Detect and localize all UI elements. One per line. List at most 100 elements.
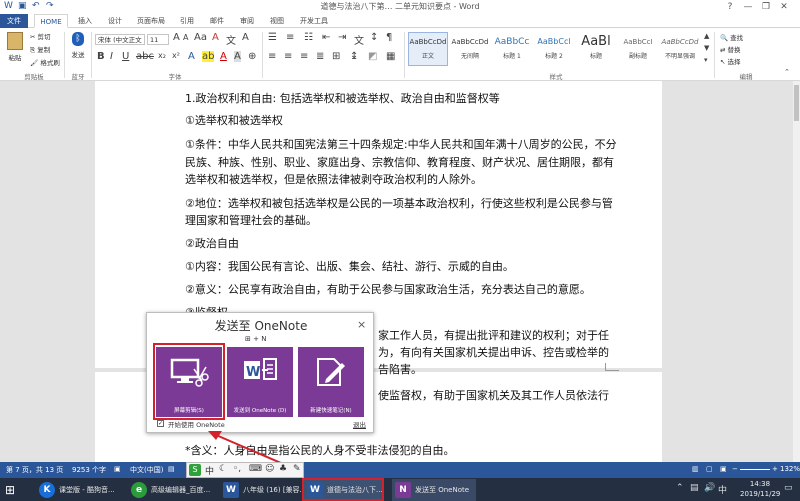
taskbar-item[interactable]: K 课堂版 - 酷狗音... [36,479,126,501]
align-right-icon[interactable]: ≡ [300,51,308,62]
macro-icon[interactable]: ▤ [168,465,175,473]
style-subtitle[interactable]: AaBbCcI 副标题 [618,32,658,66]
font-color-icon[interactable]: A [220,51,227,62]
minimize-button[interactable]: — [740,0,756,14]
tab-file[interactable]: 文件 [0,14,28,28]
ime-user-icon[interactable]: ☺ [265,464,274,474]
zoom-in-icon[interactable]: + [772,465,778,473]
bold-icon[interactable]: B [97,51,105,62]
ime-skin-icon[interactable]: ♣ [279,464,287,474]
text-effects-icon[interactable]: A [188,51,195,62]
change-case-icon[interactable]: Aa [194,32,207,43]
shrink-font-icon[interactable]: A [183,33,188,42]
proofing-icon[interactable]: ▣ [114,465,121,473]
char-shading-icon[interactable]: A [234,51,241,62]
ime-keyboard-icon[interactable]: ⌨ [249,464,262,474]
style-normal[interactable]: AaBbCcDd 正文 [408,32,448,66]
quick-note-tile[interactable]: 新建快速笔记(N) [298,347,364,417]
zoom-out-icon[interactable]: − [732,465,738,473]
send-to-onenote-tile[interactable]: W 发送到 OneNote (D) [227,347,293,417]
justify-icon[interactable]: ≣ [316,51,324,62]
style-no-spacing[interactable]: AaBbCcDd 无间隔 [450,32,490,66]
styles-scroll-up-icon[interactable]: ▲ [704,32,709,40]
restore-button[interactable]: ❐ [758,0,774,14]
tab-home[interactable]: HOME [34,14,68,28]
font-name-select[interactable]: 宋体 (中文正文 [95,34,145,45]
align-center-icon[interactable]: ≡ [284,51,292,62]
language-indicator[interactable]: 中文(中国) [130,465,163,475]
popup-close-button[interactable]: × [357,318,366,331]
tab-review[interactable]: 审阅 [234,14,260,28]
tab-layout[interactable]: 页面布局 [132,14,170,28]
select-button[interactable]: ↖ 选择 [720,56,741,66]
replace-button[interactable]: ⇄ 替换 [720,44,741,54]
web-layout-icon[interactable]: ▣ [720,465,727,473]
subscript-icon[interactable]: x₂ [158,51,166,60]
line-spacing-icon[interactable]: ↨ [350,51,358,62]
shading-icon[interactable]: ◩ [368,51,377,62]
strikethrough-icon[interactable]: abc [136,51,154,62]
ime-punct-icon[interactable]: ◦, [233,464,241,474]
tab-mailings[interactable]: 邮件 [204,14,230,28]
tray-expand-icon[interactable]: ⌃ [676,483,684,493]
chinese-layout-icon[interactable]: 文 [354,32,364,47]
highlight-icon[interactable]: ab [202,51,215,62]
tab-insert[interactable]: 插入 [72,14,98,28]
collapse-ribbon-icon[interactable]: ⌃ [784,68,790,76]
style-subtle-emphasis[interactable]: AaBbCcDd 不明显强调 [660,32,700,66]
sort-icon[interactable]: ↕ [370,32,378,43]
find-button[interactable]: 🔍 查找 [720,32,743,42]
numbering-icon[interactable]: ≡ [286,32,294,43]
ime-moon-icon[interactable]: ☾ [219,464,227,474]
taskbar-item[interactable]: e 高级编辑器_百度... [128,479,218,501]
clock-time[interactable]: 14:38 [740,480,780,488]
styles-more-icon[interactable]: ▾ [704,56,708,64]
volume-icon[interactable]: 🔊 [704,483,715,493]
increase-indent-icon[interactable]: ⇥ [338,32,346,43]
multilevel-list-icon[interactable]: ☷ [304,32,313,43]
bluetooth-send-button[interactable]: ᛒ 发送 [68,30,88,68]
vertical-scrollbar[interactable] [793,81,800,462]
ime-tray-icon[interactable]: 中 [718,483,727,496]
borders-icon[interactable]: ▦ [386,51,395,62]
cut-button[interactable]: ✂ 剪切 [30,31,51,41]
scrollbar-thumb[interactable] [794,85,799,121]
ime-chinese-icon[interactable]: 中 [205,464,214,477]
style-heading-1[interactable]: AaBbCc 标题 1 [492,32,532,66]
read-mode-icon[interactable]: ▥ [692,465,699,473]
underline-icon[interactable]: U [122,51,129,62]
start-onenote-checkbox[interactable]: ✓ [157,420,164,427]
italic-icon[interactable]: I [110,51,113,62]
page-count[interactable]: 第 7 页，共 13 页 [6,465,63,475]
style-title[interactable]: AaBl 标题 [576,32,616,66]
style-heading-2[interactable]: AaBbCcl 标题 2 [534,32,574,66]
close-button[interactable]: ✕ [776,0,792,14]
clock-date[interactable]: 2019/11/29 [740,490,780,498]
tab-design[interactable]: 设计 [102,14,128,28]
char-border-icon[interactable]: A [242,32,249,43]
paste-button[interactable]: 粘贴 [4,30,26,68]
tab-references[interactable]: 引用 [174,14,200,28]
notifications-icon[interactable]: ▭ [784,483,793,493]
help-button[interactable]: ? [722,0,738,14]
grow-font-icon[interactable]: A [173,32,180,43]
align-left-icon[interactable]: ≡ [268,51,276,62]
word-count[interactable]: 9253 个字 [72,465,106,475]
font-size-select[interactable]: 11 [147,34,169,45]
clear-format-icon[interactable]: A [212,32,219,43]
styles-scroll-down-icon[interactable]: ▼ [704,44,709,52]
network-icon[interactable]: ▤ [690,483,699,493]
sogou-icon[interactable]: S [189,464,201,476]
distributed-icon[interactable]: ⊞ [332,51,340,62]
taskbar-item[interactable]: W 八年级 (16) [兼容... [220,479,302,501]
ime-tools-icon[interactable]: ✎ [293,464,301,474]
tab-developer[interactable]: 开发工具 [294,14,334,28]
zoom-level[interactable]: 132% [780,465,800,473]
zoom-slider[interactable] [740,469,770,470]
decrease-indent-icon[interactable]: ⇤ [322,32,330,43]
print-layout-icon[interactable]: ▢ [706,465,713,473]
superscript-icon[interactable]: x² [172,51,180,60]
copy-button[interactable]: ⎘ 复制 [30,44,50,55]
bullets-icon[interactable]: ☰ [268,32,277,43]
enclose-char-icon[interactable]: ⊕ [248,51,256,62]
